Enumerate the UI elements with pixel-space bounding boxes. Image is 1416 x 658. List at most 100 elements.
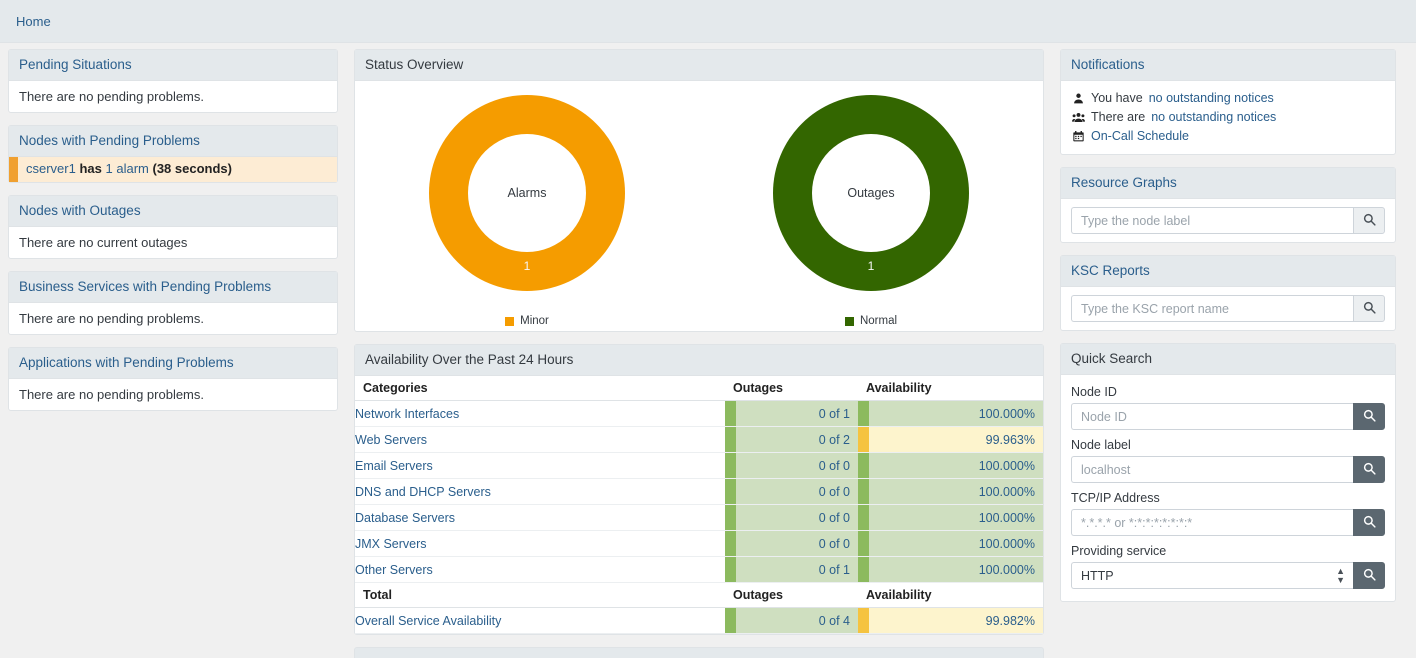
panel-body-nodes-with-outages: There are no current outages [9,227,337,258]
search-icon [1363,301,1376,317]
availability-percent-cell: 100.000% [858,531,1043,557]
ksc-reports-search-input[interactable] [1071,295,1353,322]
quick-search-service-button[interactable] [1353,562,1385,589]
header-outages: Outages [725,376,858,401]
category-link[interactable]: DNS and DHCP Servers [355,485,491,499]
quick-search-node-label-button[interactable] [1353,456,1385,483]
oncall-schedule-link[interactable]: On-Call Schedule [1091,128,1189,145]
quick-search-node-label-group [1071,456,1385,483]
panel-applications: Applications with Pending Problems There… [8,347,338,411]
panel-body-quick-search: Node ID Node label [1061,375,1395,601]
quick-search-node-id-button[interactable] [1353,403,1385,430]
breadcrumb: Home [0,0,1416,43]
notification-group-line: There are no outstanding notices [1071,108,1385,127]
panel-title-notifications: Notifications [1061,50,1395,81]
meter-indicator-bar [725,505,736,530]
quick-search-service-select[interactable]: HTTP [1071,562,1353,589]
notification-group-prefix: There are [1091,109,1145,126]
panel-title-resource-graphs: Resource Graphs [1061,168,1395,199]
availability-category-cell[interactable]: JMX Servers [355,531,725,557]
outages-donut-center-label: Outages [812,134,930,252]
meter-indicator-bar [858,505,869,530]
availability-table: Categories Outages Availability Network … [355,376,1043,634]
meter-value: 100.000% [869,531,1043,556]
panel-title-ksc-reports: KSC Reports [1061,256,1395,287]
overall-service-availability-link[interactable]: Overall Service Availability [355,614,501,628]
node-link-cserver1[interactable]: cserver1 [26,161,76,176]
availability-outages-cell: 0 of 0 [725,453,858,479]
availability-category-cell[interactable]: Email Servers [355,453,725,479]
total-percent-cell: 99.982% [858,608,1043,634]
meter-value: 100.000% [869,401,1043,426]
meter-indicator-bar [725,453,736,478]
dashboard-page: Pending Situations There are no pending … [0,43,1416,658]
availability-meter: 0 of 0 [725,505,858,530]
header-total-availability: Availability [858,583,1043,608]
category-link[interactable]: Database Servers [355,511,455,525]
table-row: JMX Servers 0 of 0 100.000% [355,531,1043,557]
resource-graphs-search-input[interactable] [1071,207,1353,234]
ksc-reports-search-button[interactable] [1353,295,1385,322]
category-link[interactable]: JMX Servers [355,537,427,551]
alarms-donut-center-label: Alarms [468,134,586,252]
table-row: Email Servers0 of 0100.000% [355,453,1043,479]
panel-nodes-pending-problems: Nodes with Pending Problems cserver1 has… [8,125,338,183]
availability-meter: 0 of 0 [725,479,858,504]
meter-value: 100.000% [869,505,1043,530]
notification-personal-line: You have no outstanding notices [1071,89,1385,108]
panel-body-status-overview: Alarms 1 Minor Outages 1 [355,81,1043,331]
category-link[interactable]: Web Servers [355,433,427,447]
panel-status-overview: Status Overview Alarms 1 Minor [354,49,1044,332]
availability-outages-cell: 0 of 0 [725,505,858,531]
availability-outages-cell: 0 of 0 [725,531,858,557]
node-problem-row[interactable]: cserver1 has 1 alarm (38 seconds) [9,157,337,182]
alarm-count-link[interactable]: 1 alarm [106,161,149,176]
total-category-cell[interactable]: Overall Service Availability [355,608,725,634]
node-problem-duration: (38 seconds) [153,161,232,176]
availability-percent-cell: 99.963% [858,427,1043,453]
meter-value: 0 of 4 [736,608,858,633]
availability-category-cell[interactable]: DNS and DHCP Servers [355,479,725,505]
legend-label-minor: Minor [520,315,549,327]
panel-ksc-reports: KSC Reports [1060,255,1396,331]
node-problem-verb: has [79,161,101,176]
meter-value: 0 of 1 [736,557,858,582]
panel-notifications: Notifications You have no outstanding no… [1060,49,1396,155]
breadcrumb-home-link[interactable]: Home [16,14,51,29]
category-link[interactable]: Email Servers [355,459,433,473]
quick-search-node-label-input[interactable] [1071,456,1353,483]
meter-indicator-bar [725,531,736,556]
notification-group-link[interactable]: no outstanding notices [1151,109,1276,126]
total-outages-cell: 0 of 4 [725,608,858,634]
search-icon [1363,213,1376,229]
quick-search-tcpip-input[interactable] [1071,509,1353,536]
notification-personal-link[interactable]: no outstanding notices [1149,90,1274,107]
availability-total-body: TotalOutagesAvailability Overall Service … [355,583,1043,634]
panel-title-nodes-with-outages: Nodes with Outages [9,196,337,227]
availability-category-cell[interactable]: Other Servers [355,557,725,583]
panel-body-pending-situations: There are no pending problems. [9,81,337,112]
outages-donut-value: 1 [868,259,875,273]
availability-outages-cell: 0 of 1 [725,401,858,427]
search-icon [1363,568,1376,584]
quick-search-node-label-label: Node label [1071,438,1385,452]
availability-total-header-row: TotalOutagesAvailability [355,583,1043,608]
availability-category-cell[interactable]: Database Servers [355,505,725,531]
quick-search-tcpip-button[interactable] [1353,509,1385,536]
availability-category-cell[interactable]: Web Servers [355,427,725,453]
availability-percent-cell: 100.000% [858,557,1043,583]
quick-search-tcpip-label: TCP/IP Address [1071,491,1385,505]
category-link[interactable]: Other Servers [355,563,433,577]
panel-body-ksc-reports [1061,287,1395,330]
meter-value: 0 of 0 [736,453,858,478]
availability-percent-cell: 100.000% [858,505,1043,531]
category-link[interactable]: Network Interfaces [355,407,459,421]
panel-body-applications: There are no pending problems. [9,379,337,410]
panel-body-nodes-pending-problems: cserver1 has 1 alarm (38 seconds) [9,157,337,182]
table-row: Database Servers 0 of 0 100.000% [355,505,1043,531]
quick-search-tcpip-group [1071,509,1385,536]
availability-outages-cell: 0 of 2 [725,427,858,453]
resource-graphs-search-button[interactable] [1353,207,1385,234]
quick-search-node-id-input[interactable] [1071,403,1353,430]
availability-category-cell[interactable]: Network Interfaces [355,401,725,427]
